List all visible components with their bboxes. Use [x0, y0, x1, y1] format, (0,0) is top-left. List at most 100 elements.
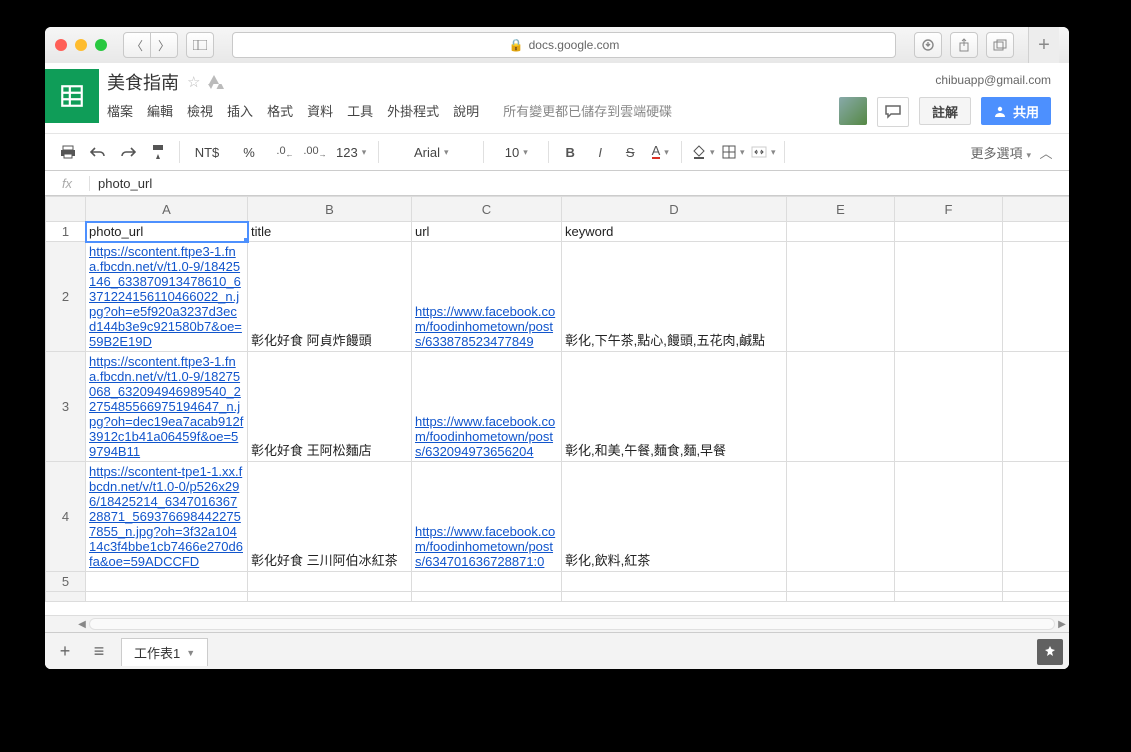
cell-B1[interactable]: title — [248, 222, 412, 242]
close-window-button[interactable] — [55, 39, 67, 51]
downloads-button[interactable] — [914, 32, 942, 58]
scroll-track[interactable] — [89, 618, 1055, 630]
cell-D4[interactable]: 彰化,飲料,紅茶 — [562, 462, 787, 572]
row-1: 1 photo_url title url keyword — [46, 222, 1070, 242]
format-percent[interactable]: % — [228, 139, 270, 165]
row-header-3[interactable]: 3 — [46, 352, 86, 462]
account-email[interactable]: chibuapp@gmail.com — [935, 73, 1051, 87]
document-title[interactable]: 美食指南 — [107, 69, 179, 95]
star-icon[interactable]: ☆ — [187, 73, 200, 91]
cell-E2[interactable] — [787, 242, 895, 352]
cell-D1[interactable]: keyword — [562, 222, 787, 242]
formula-input[interactable]: photo_url — [90, 176, 1069, 191]
col-header-B[interactable]: B — [248, 197, 412, 222]
cell-A4[interactable]: https://scontent-tpe1-1.xx.fbcdn.net/v/t… — [86, 462, 248, 572]
select-all-corner[interactable] — [46, 197, 86, 222]
increase-decimal[interactable]: .00→ — [300, 139, 330, 165]
formula-bar: fx photo_url — [45, 171, 1069, 196]
spreadsheet-grid[interactable]: A B C D E F 1 photo_url title url — [45, 196, 1069, 615]
minimize-window-button[interactable] — [75, 39, 87, 51]
lock-icon: 🔒 — [509, 38, 524, 52]
row-3: 3 https://scontent.ftpe3-1.fna.fbcdn.net… — [46, 352, 1070, 462]
print-icon[interactable] — [53, 139, 83, 165]
cell-A1[interactable]: photo_url — [86, 222, 248, 242]
cell-C4[interactable]: https://www.facebook.com/foodinhometown/… — [412, 462, 562, 572]
fx-icon: fx — [45, 176, 90, 191]
row-5: 5 — [46, 572, 1070, 592]
font-size-select[interactable]: 10 — [490, 139, 542, 165]
scroll-right-icon[interactable]: ▶ — [1055, 616, 1069, 632]
strikethrough-icon[interactable]: S — [615, 139, 645, 165]
cell-B3[interactable]: 彰化好食 王阿松麵店 — [248, 352, 412, 462]
comments-button[interactable] — [877, 97, 909, 127]
cell-G1[interactable] — [1003, 222, 1070, 242]
bold-icon[interactable]: B — [555, 139, 585, 165]
horizontal-scrollbar[interactable]: ◀ ▶ — [45, 615, 1069, 632]
undo-icon[interactable] — [83, 139, 113, 165]
forward-button[interactable]: 〉 — [151, 32, 178, 58]
share-button-safari[interactable] — [950, 32, 978, 58]
row-header-6[interactable] — [46, 592, 86, 602]
cell-F1[interactable] — [895, 222, 1003, 242]
comment-label-button[interactable]: 註解 — [919, 97, 971, 125]
decrease-decimal[interactable]: .0← — [270, 139, 300, 165]
cell-C2[interactable]: https://www.facebook.com/foodinhometown/… — [412, 242, 562, 352]
col-header-D[interactable]: D — [562, 197, 787, 222]
sheet-tab-menu-icon[interactable]: ▼ — [186, 648, 195, 658]
row-header-2[interactable]: 2 — [46, 242, 86, 352]
cell-B2[interactable]: 彰化好食 阿貞炸饅頭 — [248, 242, 412, 352]
number-format-menu[interactable]: 123 — [330, 139, 372, 165]
borders-icon[interactable] — [718, 139, 748, 165]
cell-C3[interactable]: https://www.facebook.com/foodinhometown/… — [412, 352, 562, 462]
address-bar[interactable]: 🔒 docs.google.com — [232, 32, 896, 58]
col-header-blank[interactable] — [1003, 197, 1070, 222]
all-sheets-button[interactable]: ≡ — [87, 641, 111, 662]
more-options[interactable]: 更多選項 — [970, 143, 1031, 162]
cell-E1[interactable] — [787, 222, 895, 242]
italic-icon[interactable]: I — [585, 139, 615, 165]
fill-color-icon[interactable] — [688, 139, 718, 165]
row-6 — [46, 592, 1070, 602]
column-header-row: A B C D E F — [46, 197, 1070, 222]
explore-button[interactable] — [1037, 639, 1063, 665]
collapse-toolbar-icon[interactable]: ︿ — [1031, 143, 1061, 162]
format-currency[interactable]: NT$ — [186, 139, 228, 165]
move-to-drive-icon[interactable] — [208, 75, 224, 89]
maximize-window-button[interactable] — [95, 39, 107, 51]
tabs-button[interactable] — [986, 32, 1014, 58]
col-header-F[interactable]: F — [895, 197, 1003, 222]
sheet-tab-1[interactable]: 工作表1 ▼ — [121, 638, 208, 666]
cell-A3[interactable]: https://scontent.ftpe3-1.fna.fbcdn.net/v… — [86, 352, 248, 462]
col-header-A[interactable]: A — [86, 197, 248, 222]
new-tab-button[interactable]: + — [1028, 27, 1059, 63]
row-header-1[interactable]: 1 — [46, 222, 86, 242]
share-icon — [993, 104, 1007, 118]
sidebar-button[interactable] — [186, 32, 214, 58]
merge-cells-icon[interactable] — [748, 139, 778, 165]
redo-icon[interactable] — [113, 139, 143, 165]
back-button[interactable]: 〈 — [123, 32, 151, 58]
row-2: 2 https://scontent.ftpe3-1.fna.fbcdn.net… — [46, 242, 1070, 352]
cell-C1[interactable]: url — [412, 222, 562, 242]
selection-handle[interactable] — [244, 238, 248, 242]
sheet-tab-label: 工作表1 — [134, 643, 180, 662]
paint-format-icon[interactable] — [143, 139, 173, 165]
cell-A5[interactable] — [86, 572, 248, 592]
font-family-select[interactable]: Arial — [385, 139, 477, 165]
scroll-left-icon[interactable]: ◀ — [75, 616, 89, 632]
cell-D2[interactable]: 彰化,下午茶,點心,饅頭,五花肉,鹹點 — [562, 242, 787, 352]
col-header-C[interactable]: C — [412, 197, 562, 222]
cell-B4[interactable]: 彰化好食 三川阿伯冰紅茶 — [248, 462, 412, 572]
account-avatar[interactable] — [839, 97, 867, 125]
text-color-icon[interactable]: A — [645, 139, 675, 165]
cell-F2[interactable] — [895, 242, 1003, 352]
row-4: 4 https://scontent-tpe1-1.xx.fbcdn.net/v… — [46, 462, 1070, 572]
row-header-5[interactable]: 5 — [46, 572, 86, 592]
share-button[interactable]: 共用 — [981, 97, 1051, 125]
cell-A2[interactable]: https://scontent.ftpe3-1.fna.fbcdn.net/v… — [86, 242, 248, 352]
add-sheet-button[interactable]: + — [53, 641, 77, 662]
row-header-4[interactable]: 4 — [46, 462, 86, 572]
cell-D3[interactable]: 彰化,和美,午餐,麵食,麵,早餐 — [562, 352, 787, 462]
toolbar: NT$ % .0← .00→ 123 Arial 10 B I S A 更多選項… — [45, 133, 1069, 171]
col-header-E[interactable]: E — [787, 197, 895, 222]
